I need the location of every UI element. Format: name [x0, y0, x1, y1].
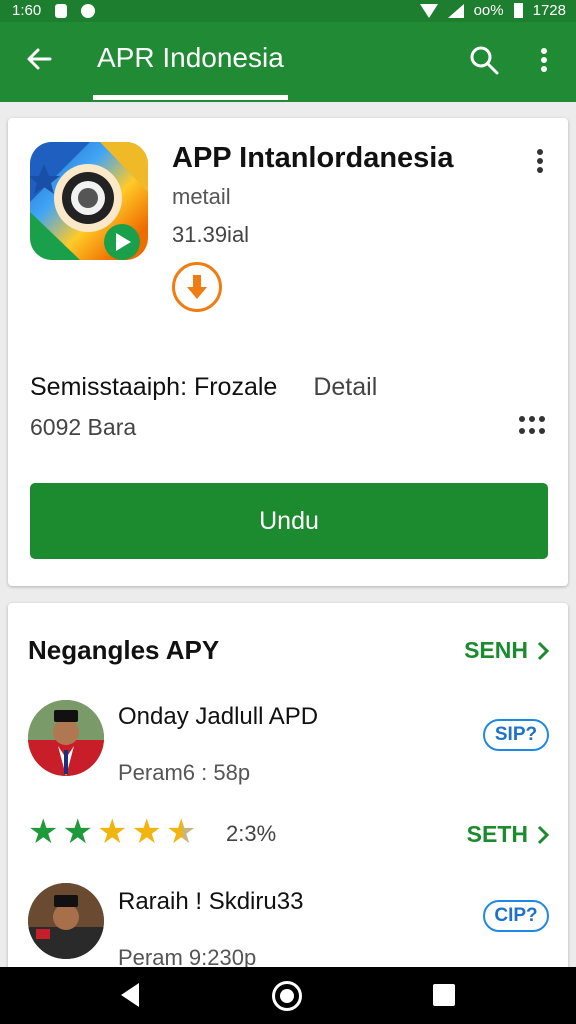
overflow-menu-icon[interactable]: [530, 42, 558, 78]
nav-back-icon[interactable]: [117, 981, 143, 1009]
app-detail-card: APP Intanlordanesia metail 31.39ial Semi…: [8, 118, 568, 586]
see-all-link[interactable]: SENH: [464, 637, 550, 664]
list-item-title[interactable]: Raraih ! Skdiru33: [118, 888, 303, 916]
detail-link[interactable]: Detail: [313, 373, 377, 401]
battery-icon: [513, 3, 523, 18]
signal-icon: [447, 3, 464, 18]
list-item-pill-button[interactable]: CIP?: [483, 900, 549, 932]
related-apps-card: Negangles APY SENH Onday Jadlull APD Per…: [8, 603, 568, 983]
nav-recents-icon[interactable]: [433, 984, 455, 1006]
list-item-subtitle: Peram6 : 58p: [118, 760, 251, 785]
star-icon: ★: [28, 813, 59, 851]
rating-value: 2:3%: [226, 821, 277, 846]
back-arrow-icon[interactable]: [22, 42, 56, 76]
status-clock-right: 1728: [532, 2, 566, 19]
battery-percent: oo%: [473, 2, 504, 19]
rating-stars: ★ ★ ★ ★ ★: [28, 815, 196, 849]
search-icon[interactable]: [466, 42, 502, 78]
status-bar: 1:60 oo% 1728: [0, 0, 576, 22]
rating-link[interactable]: SETH: [467, 821, 550, 848]
app-meta-title: Semisstaaiph: Frozale: [30, 373, 278, 401]
list-item-pill-button[interactable]: SIP?: [483, 719, 549, 751]
star-icon: ★: [96, 813, 128, 851]
avatar[interactable]: [28, 700, 104, 776]
app-meta-line: Semisstaaiph: Frozale Detail: [30, 373, 377, 402]
app-size: 31.39ial: [172, 222, 250, 247]
tab-indicator: [93, 95, 288, 100]
half-star-icon: ★: [165, 813, 197, 851]
app-bar-title: APR Indonesia: [97, 42, 284, 73]
chevron-right-icon: [537, 641, 550, 660]
star-icon: ★: [131, 813, 162, 851]
star-icon: ★: [62, 813, 93, 851]
list-item-title[interactable]: Onday Jadlull APD: [118, 703, 318, 731]
download-button[interactable]: Undu: [30, 483, 548, 559]
system-nav-bar: [0, 967, 576, 1024]
chevron-right-icon: [537, 825, 550, 844]
app-bar: APR Indonesia: [0, 22, 576, 102]
app-meta-sub: 6092 Bara: [30, 414, 137, 440]
app-name: APP Intanlordanesia: [172, 142, 454, 174]
app-developer: metail: [172, 184, 231, 209]
section-title: Negangles APY: [28, 635, 220, 665]
status-time: 1:60: [12, 2, 42, 19]
wifi-icon: [419, 3, 438, 18]
download-arrow-icon[interactable]: [172, 262, 222, 312]
app-logo-icon[interactable]: [30, 142, 148, 260]
grid-dots-icon[interactable]: [518, 414, 546, 438]
see-all-label: SENH: [464, 637, 528, 663]
rating-link-label: SETH: [466, 821, 528, 847]
app-notification-icon: [81, 3, 96, 18]
avatar[interactable]: [28, 883, 104, 959]
notification-icon: [55, 3, 68, 18]
nav-home-icon[interactable]: [272, 981, 302, 1011]
app-more-icon[interactable]: [530, 146, 550, 176]
